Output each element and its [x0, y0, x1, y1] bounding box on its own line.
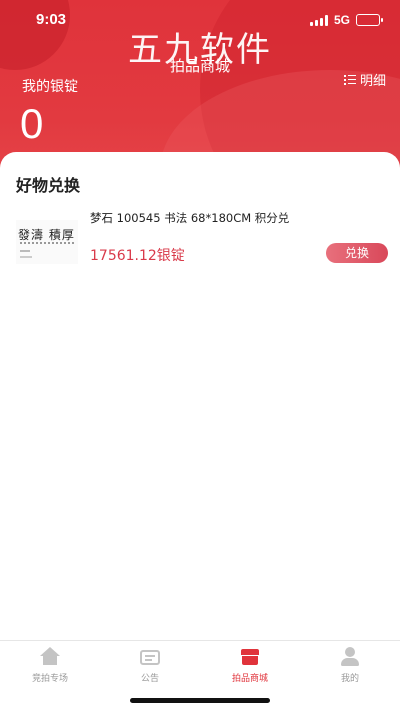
detail-link[interactable]: 明细	[343, 70, 386, 89]
tab-label: 竞拍专场	[31, 674, 68, 684]
balance-value: 0	[20, 100, 44, 147]
exchange-button[interactable]: 兑换	[326, 243, 388, 263]
tab-label: 公告	[140, 674, 159, 684]
tab-mine[interactable]: 我的	[300, 647, 400, 684]
product-price: 17561.12银锭	[90, 248, 185, 264]
product-name: 梦石 100545 书法 68*180CM 积分兑	[90, 211, 290, 225]
user-icon	[339, 647, 361, 667]
product-item[interactable]: 發濤 積厚 梦石 100545 书法 68*180CM 积分兑 17561.12…	[16, 210, 388, 270]
tab-auction[interactable]: 竞拍专场	[0, 647, 100, 684]
balance-label: 我的银锭	[22, 79, 78, 95]
section-title: 好物兑换	[16, 176, 81, 195]
tab-store[interactable]: 拍品商城	[200, 647, 300, 684]
home-icon	[39, 647, 61, 667]
store-icon	[239, 647, 261, 667]
tab-notice[interactable]: 公告	[100, 647, 200, 684]
product-thumbnail: 發濤 積厚	[16, 220, 78, 264]
page-title: 拍品商城	[169, 57, 230, 75]
tab-label: 我的	[340, 674, 359, 684]
notice-icon	[139, 647, 161, 667]
tab-label: 拍品商城	[231, 674, 268, 684]
exchange-card: 好物兑换 發濤 積厚 梦石 100545 书法 68*180CM 积分兑 175…	[0, 152, 400, 642]
list-icon	[343, 74, 356, 85]
home-indicator[interactable]	[130, 698, 270, 703]
detail-label: 明细	[359, 74, 386, 89]
